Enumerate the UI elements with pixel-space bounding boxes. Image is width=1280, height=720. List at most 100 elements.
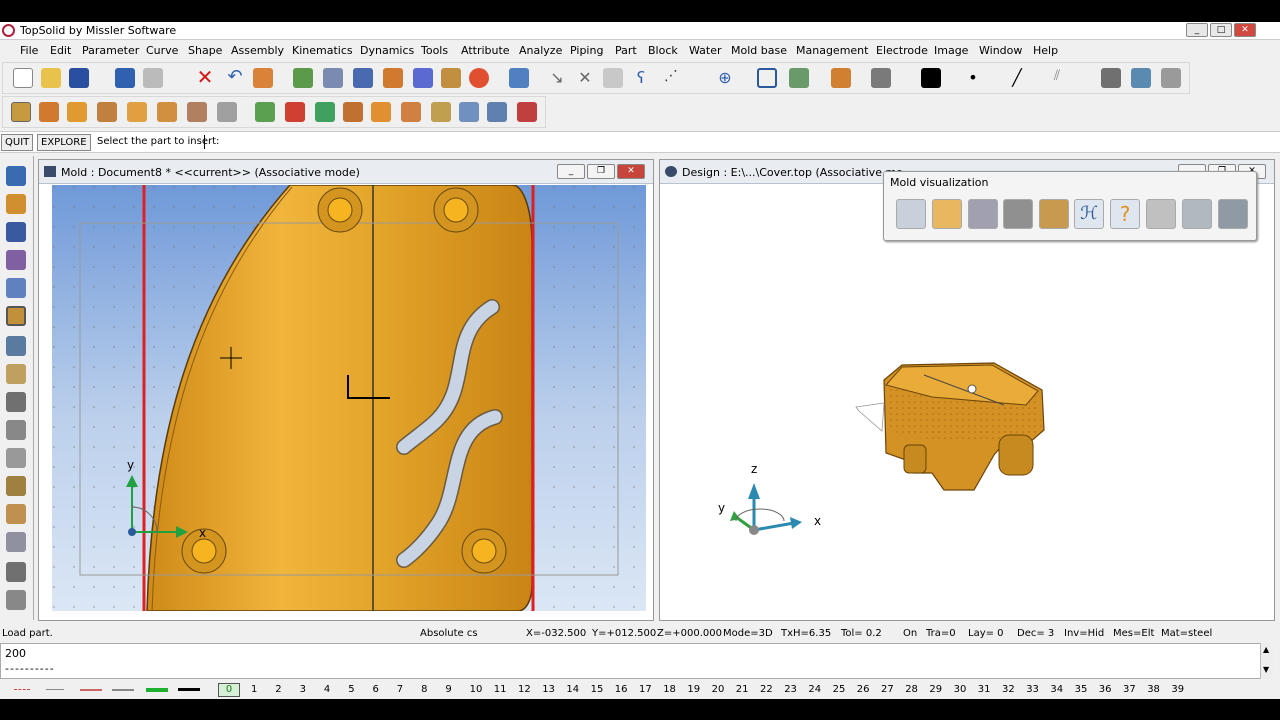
plate-icon[interactable] xyxy=(6,504,26,524)
assembly-icon[interactable] xyxy=(6,278,26,298)
layer-number[interactable]: 8 xyxy=(421,684,427,695)
mold-view-restore-button[interactable]: ❐ xyxy=(587,164,615,179)
layer-number[interactable]: 12 xyxy=(518,684,531,695)
minimize-button[interactable]: _ xyxy=(1186,23,1208,37)
electrode-icon[interactable] xyxy=(6,336,26,356)
mold-tool-icon[interactable] xyxy=(343,102,363,122)
menu-mold-base[interactable]: Mold base xyxy=(731,44,787,57)
menu-kinematics[interactable]: Kinematics xyxy=(292,44,353,57)
menu-help[interactable]: Help xyxy=(1033,44,1058,57)
view-icon[interactable] xyxy=(789,68,809,88)
mold-slide-icon[interactable] xyxy=(371,102,391,122)
layer-number[interactable]: 29 xyxy=(929,684,942,695)
print-icon[interactable] xyxy=(143,68,163,88)
command-line-area[interactable]: 200 ---------- xyxy=(0,643,1272,679)
line-style-red[interactable] xyxy=(80,689,102,691)
parallel-lines-icon[interactable] xyxy=(603,68,623,88)
exchange-icon[interactable] xyxy=(1131,68,1151,88)
curve-tool-icon[interactable] xyxy=(6,194,26,214)
scroll-down-arrow[interactable]: ▼ xyxy=(1263,665,1269,674)
layer-number[interactable]: 24 xyxy=(808,684,821,695)
menu-water[interactable]: Water xyxy=(689,44,722,57)
vis-curve-icon[interactable] xyxy=(896,199,926,229)
bars-icon[interactable] xyxy=(353,68,373,88)
layer-number[interactable]: 39 xyxy=(1171,684,1184,695)
menu-analyze[interactable]: Analyze xyxy=(519,44,562,57)
layer-number[interactable]: 21 xyxy=(736,684,749,695)
close-button[interactable]: ✕ xyxy=(1234,23,1256,37)
mold-pipe-icon[interactable] xyxy=(459,102,479,122)
mold-lifter-icon[interactable] xyxy=(401,102,421,122)
menu-edit[interactable]: Edit xyxy=(50,44,71,57)
menu-piping[interactable]: Piping xyxy=(570,44,603,57)
mold-validate-icon[interactable] xyxy=(315,102,335,122)
line-style-icon[interactable]: ╱ xyxy=(1007,68,1027,88)
base-icon[interactable] xyxy=(6,590,26,610)
layer-number[interactable]: 32 xyxy=(1002,684,1015,695)
line-style-medium[interactable] xyxy=(112,689,134,691)
zoom-window-icon[interactable] xyxy=(757,68,777,88)
shape-box-icon[interactable] xyxy=(6,222,26,242)
layer-number[interactable]: 5 xyxy=(348,684,354,695)
layer-number[interactable]: 7 xyxy=(397,684,403,695)
regenerate-icon[interactable] xyxy=(293,68,313,88)
current-layer[interactable]: 0 xyxy=(218,683,240,697)
menu-attribute[interactable]: Attribute xyxy=(461,44,510,57)
layer-number[interactable]: 30 xyxy=(954,684,967,695)
printer-icon[interactable] xyxy=(1101,68,1121,88)
layer-number[interactable]: 4 xyxy=(324,684,330,695)
layer-number[interactable]: 31 xyxy=(978,684,991,695)
stop-icon[interactable] xyxy=(469,68,489,88)
zoom-icon[interactable]: ⊕ xyxy=(715,68,735,88)
mold-stack-icon[interactable] xyxy=(157,102,177,122)
layer-number[interactable]: 17 xyxy=(639,684,652,695)
layer-number[interactable]: 26 xyxy=(857,684,870,695)
machine-icon[interactable] xyxy=(6,392,26,412)
vis-eye-icon[interactable] xyxy=(1218,199,1248,229)
wrench-icon[interactable] xyxy=(441,68,461,88)
layer-number[interactable]: 18 xyxy=(663,684,676,695)
layer-number[interactable]: 2 xyxy=(275,684,281,695)
select-tree-icon[interactable] xyxy=(509,68,529,88)
layer-number[interactable]: 6 xyxy=(373,684,379,695)
mold-shape-icon[interactable] xyxy=(67,102,87,122)
delete-icon[interactable]: ✕ xyxy=(195,67,215,88)
points-icon[interactable]: ⋰ xyxy=(661,68,681,88)
design-canvas[interactable]: z y x xyxy=(674,185,1268,611)
mold-cooling-icon[interactable] xyxy=(431,102,451,122)
menu-file[interactable]: File xyxy=(20,44,38,57)
menu-block[interactable]: Block xyxy=(648,44,678,57)
layer-number[interactable]: 11 xyxy=(494,684,507,695)
menu-window[interactable]: Window xyxy=(979,44,1022,57)
menu-tools[interactable]: Tools xyxy=(421,44,448,57)
layer-number[interactable]: 9 xyxy=(445,684,451,695)
vis-plate-icon[interactable] xyxy=(1003,199,1033,229)
layer-number[interactable]: 22 xyxy=(760,684,773,695)
info-icon[interactable] xyxy=(115,68,135,88)
layer-number[interactable]: 37 xyxy=(1123,684,1136,695)
line-style-green[interactable] xyxy=(146,688,168,692)
mold-check-icon[interactable] xyxy=(255,102,275,122)
mold-refresh-icon[interactable] xyxy=(217,102,237,122)
point-style-icon[interactable]: • xyxy=(963,68,983,88)
curve-check-icon[interactable]: ↘ xyxy=(547,68,567,88)
color-swatch[interactable] xyxy=(921,68,941,88)
on-indicator[interactable]: On xyxy=(903,628,917,639)
line-style-thin[interactable] xyxy=(46,689,64,690)
layer-number[interactable]: 34 xyxy=(1050,684,1063,695)
vis-help-icon[interactable]: ? xyxy=(1110,199,1140,229)
layer-number[interactable]: 10 xyxy=(470,684,483,695)
mold-fill-icon[interactable] xyxy=(187,102,207,122)
zoom-all-icon[interactable] xyxy=(323,68,343,88)
layer-number[interactable]: 20 xyxy=(712,684,725,695)
vis-block-icon[interactable] xyxy=(968,199,998,229)
mold-insert-icon[interactable] xyxy=(11,102,31,122)
mold-canvas[interactable]: y x xyxy=(52,185,646,611)
layer-indicator[interactable]: Lay= 0 xyxy=(968,628,1004,639)
menu-parameter[interactable]: Parameter xyxy=(82,44,139,57)
slide-mode-icon[interactable] xyxy=(6,476,26,496)
command-scrollbar[interactable]: ▲ ▼ xyxy=(1260,643,1273,679)
line-style-dashed-red[interactable] xyxy=(14,689,30,690)
undo-icon[interactable]: ↶ xyxy=(225,68,245,88)
menu-electrode[interactable]: Electrode xyxy=(876,44,928,57)
